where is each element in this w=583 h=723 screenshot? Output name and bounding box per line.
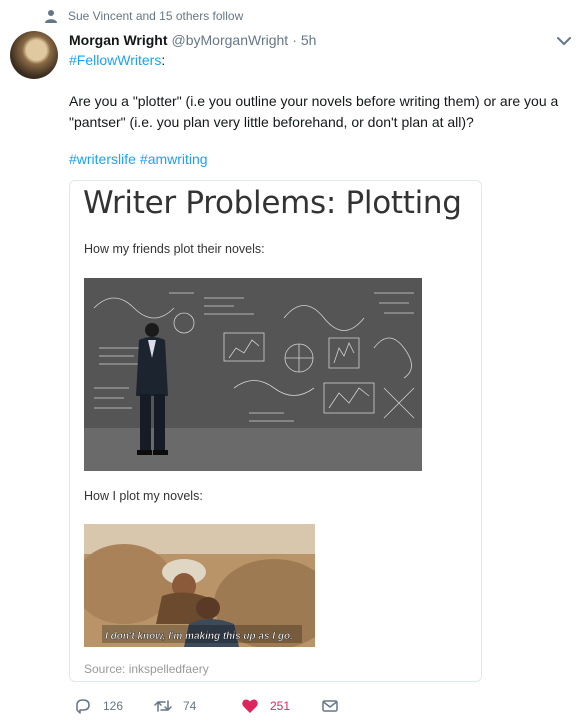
retweet-button[interactable]: 74 bbox=[154, 697, 241, 715]
tweet-header[interactable]: Morgan Wright @byMorganWright · 5h bbox=[69, 32, 316, 48]
social-context[interactable]: Sue Vincent and 15 others follow bbox=[44, 9, 243, 23]
tweet-media[interactable]: Writer Problems: Plotting How my friends… bbox=[69, 180, 482, 682]
hashtag-link[interactable]: #amwriting bbox=[140, 151, 208, 167]
tweet-first-line: #FellowWriters: bbox=[69, 52, 165, 68]
retweet-count: 74 bbox=[183, 699, 197, 713]
punctuation: : bbox=[161, 52, 166, 68]
reply-button[interactable]: 126 bbox=[74, 697, 154, 715]
meme-subtitle: I don't know, I'm making this up as I go… bbox=[105, 631, 293, 642]
meme-caption-me: How I plot my novels: bbox=[84, 489, 203, 503]
hashtag-link[interactable]: #writerslife bbox=[69, 151, 136, 167]
tweet-text: Are you a "plotter" (i.e you outline you… bbox=[69, 93, 559, 130]
chevron-down-icon[interactable] bbox=[556, 34, 572, 48]
author-name[interactable]: Morgan Wright bbox=[69, 32, 168, 48]
reply-count: 126 bbox=[103, 699, 124, 713]
social-context-text: Sue Vincent and 15 others follow bbox=[68, 9, 244, 23]
heart-icon bbox=[242, 699, 258, 713]
like-count: 251 bbox=[270, 699, 291, 713]
direct-message-button[interactable] bbox=[321, 697, 339, 715]
tweet-hashtags: #writerslife #amwriting bbox=[69, 151, 208, 167]
separator: · bbox=[292, 32, 297, 48]
reply-icon bbox=[76, 699, 90, 714]
meme-title: Writer Problems: Plotting bbox=[83, 185, 462, 221]
chalkboard-image bbox=[84, 278, 422, 471]
image-source: Source: inkspelledfaery bbox=[84, 662, 209, 676]
avatar[interactable] bbox=[10, 31, 58, 79]
meme-caption-friends: How my friends plot their novels: bbox=[84, 242, 265, 256]
author-handle[interactable]: @byMorganWright bbox=[172, 32, 289, 48]
retweet-icon bbox=[154, 700, 172, 712]
person-icon bbox=[45, 10, 57, 23]
desert-scene-image: I don't know, I'm making this up as I go… bbox=[84, 524, 315, 647]
hashtag-link[interactable]: #FellowWriters bbox=[69, 52, 161, 68]
tweet-timestamp[interactable]: 5h bbox=[301, 32, 317, 48]
like-button[interactable]: 251 bbox=[241, 697, 321, 715]
direct-message-icon bbox=[322, 700, 338, 712]
tweet-actions: 126 74 251 bbox=[74, 697, 339, 715]
